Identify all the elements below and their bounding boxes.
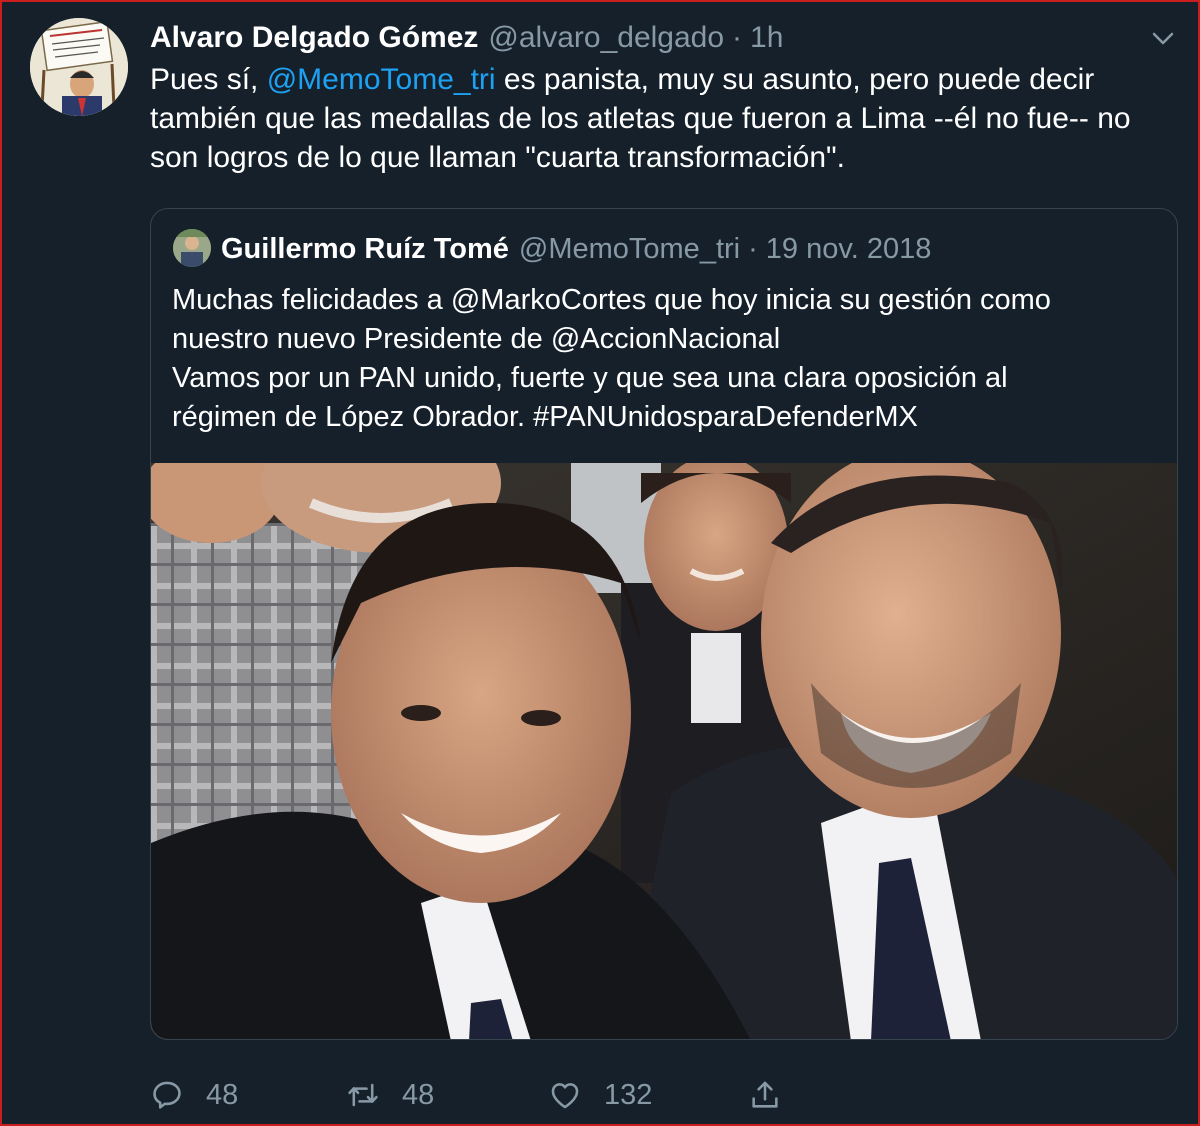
reply-button[interactable]: 48 <box>150 1070 238 1120</box>
tweet-actions-bar: 48 48 132 <box>150 1070 850 1120</box>
like-button[interactable]: 132 <box>548 1070 652 1120</box>
share-button[interactable] <box>748 1070 782 1120</box>
retweet-count: 48 <box>402 1078 435 1111</box>
quoted-tweet-card[interactable]: Guillermo Ruíz Tomé @MemoTome_tri · 19 n… <box>150 208 1178 1040</box>
quoted-text-line: nuestro nuevo Presidente de @AccionNacio… <box>172 323 781 355</box>
tweet-text-start: Pues sí, <box>150 63 267 96</box>
quoted-avatar-image <box>173 229 211 267</box>
header-separator: · <box>732 21 743 54</box>
heart-icon <box>551 1083 579 1109</box>
quoted-tweet-date[interactable]: 19 nov. 2018 <box>766 233 932 266</box>
quoted-text-line: Muchas felicidades a @MarkoCortes que ho… <box>172 284 1051 316</box>
tweet-header: Alvaro Delgado Gómez @alvaro_delgado · 1… <box>150 18 783 58</box>
quoted-tweet-body: Muchas felicidades a @MarkoCortes que ho… <box>172 281 1162 437</box>
author-handle[interactable]: @alvaro_delgado <box>488 21 724 55</box>
quoted-author-name[interactable]: Guillermo Ruíz Tomé <box>221 233 509 266</box>
avatar-caricature-image <box>30 18 128 116</box>
retweet-icon <box>348 1083 378 1107</box>
reply-icon <box>153 1081 181 1109</box>
reply-count: 48 <box>206 1078 239 1111</box>
retweet-button[interactable]: 48 <box>346 1070 434 1120</box>
tweet-body: Pues sí, @MemoTome_tri es panista, muy s… <box>150 60 1160 177</box>
like-count: 132 <box>604 1078 653 1111</box>
chevron-down-icon[interactable] <box>1148 26 1178 50</box>
tweet-timestamp[interactable]: 1h <box>750 21 783 55</box>
share-icon <box>752 1081 778 1108</box>
author-avatar[interactable] <box>30 18 128 116</box>
quoted-text-line: Vamos por un PAN unido, fuerte y que sea… <box>172 362 1008 394</box>
quoted-header-separator: · <box>748 232 758 265</box>
quoted-tweet-photo[interactable] <box>151 463 1178 1040</box>
quoted-author-handle[interactable]: @MemoTome_tri <box>519 233 740 266</box>
quoted-text-line: régimen de López Obrador. #PANUnidospara… <box>172 401 918 433</box>
quoted-author-avatar[interactable] <box>173 229 211 267</box>
quoted-tweet-header: Guillermo Ruíz Tomé @MemoTome_tri · 19 n… <box>221 229 931 269</box>
mention-link[interactable]: @MemoTome_tri <box>267 63 496 96</box>
author-name[interactable]: Alvaro Delgado Gómez <box>150 21 478 55</box>
